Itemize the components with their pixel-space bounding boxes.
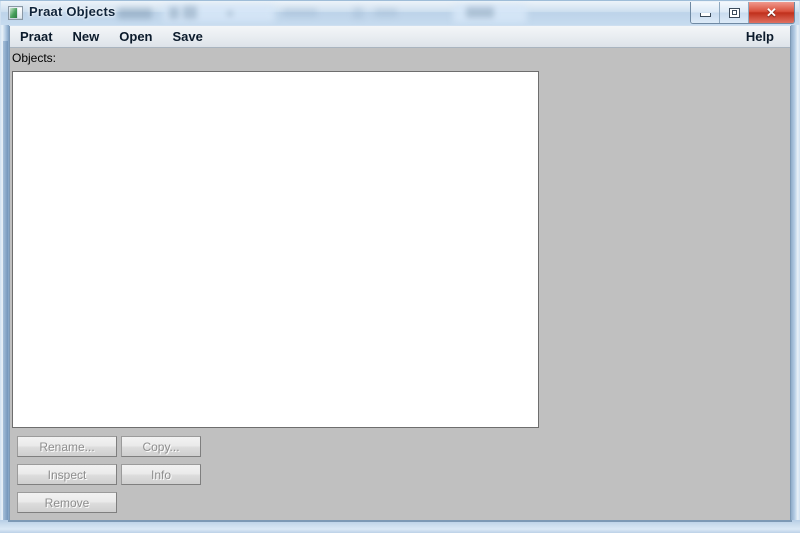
redacted-title-region-5 (227, 11, 233, 16)
button-row-2: Inspect Info (10, 464, 230, 485)
close-button[interactable]: ✕ (749, 2, 794, 23)
button-row-1: Rename... Copy... (10, 436, 230, 457)
objects-list-content (13, 72, 538, 427)
client-area: Praat New Open Save Help Objects: Rename… (9, 26, 791, 520)
minimize-button[interactable] (691, 2, 720, 23)
window-frame-right (791, 25, 800, 520)
redacted-title-region-3 (169, 7, 179, 19)
rename-button[interactable]: Rename... (17, 436, 117, 457)
redacted-title-region-4 (183, 6, 197, 19)
praat-app-icon (8, 6, 23, 20)
redacted-title-region-10 (466, 7, 494, 18)
button-row-3: Remove (10, 492, 230, 513)
copy-button[interactable]: Copy... (121, 436, 201, 457)
app-icon-green-panel (10, 8, 17, 18)
redacted-title-region-6 (283, 8, 317, 17)
maximize-icon (728, 7, 740, 18)
redacted-title-region-8 (375, 8, 397, 17)
menu-help[interactable]: Help (736, 26, 784, 47)
close-icon: ✕ (766, 5, 777, 20)
window-frame-bottom (0, 520, 800, 533)
objects-list[interactable] (12, 71, 539, 428)
menu-open[interactable]: Open (109, 26, 162, 47)
remove-button[interactable]: Remove (17, 492, 117, 513)
menu-praat[interactable]: Praat (10, 26, 63, 47)
menu-bar: Praat New Open Save Help (10, 26, 790, 48)
window-title: Praat Objects (29, 4, 116, 19)
redacted-title-region-1 (118, 8, 152, 19)
redacted-title-region-2 (163, 5, 275, 22)
window-frame-bottom-line (8, 520, 792, 522)
menu-save[interactable]: Save (163, 26, 213, 47)
window-controls: ✕ (690, 2, 795, 24)
menu-new[interactable]: New (63, 26, 110, 47)
inspect-button[interactable]: Inspect (17, 464, 117, 485)
maximize-icon-inner (731, 10, 737, 15)
minimize-icon (699, 13, 711, 17)
app-icon-white-panel (18, 8, 22, 18)
praat-objects-window: Praat Objects ✕ Praat New Open Save Help… (0, 0, 800, 533)
info-button[interactable]: Info (121, 464, 201, 485)
window-frame-left (0, 25, 9, 520)
objects-label: Objects: (12, 51, 57, 65)
redacted-title-region-7 (353, 7, 363, 19)
window-frame-left-tint (3, 41, 8, 520)
title-bar[interactable]: Praat Objects ✕ (1, 1, 799, 25)
window-frame: Praat Objects ✕ Praat New Open Save Help… (0, 0, 800, 533)
maximize-button[interactable] (720, 2, 749, 23)
